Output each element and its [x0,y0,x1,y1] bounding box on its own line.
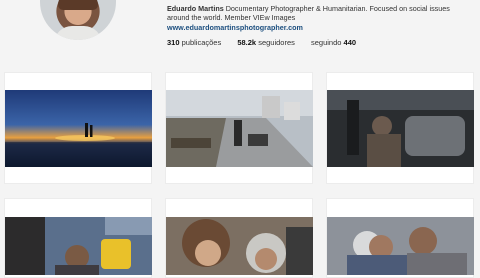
followers-count: 58.2k [237,38,257,47]
followers-label: seguidores [258,38,295,47]
followers-stat[interactable]: 58.2k seguidores [237,38,295,47]
posts-label: publicações [181,38,222,47]
following-label: seguindo [310,38,342,47]
profile-stats: 310 publicações 58.2k seguidores seguind… [167,38,370,47]
post-photo-yellow-container[interactable] [5,217,152,275]
post-photo-girl-embrace[interactable] [166,217,313,275]
following-count: 440 [343,38,357,47]
post-photo-sunset[interactable] [5,90,152,167]
posts-count: 310 [167,38,180,47]
profile-avatar[interactable] [40,0,116,40]
post-photo-women-embrace[interactable] [327,217,474,275]
profile-website-link[interactable]: www.eduardomartinsphotographer.com [167,23,467,32]
avatar-hair [58,0,98,10]
posts-stat[interactable]: 310 publicações [167,38,221,47]
post-photo-street[interactable] [166,90,313,167]
avatar-shirt [54,26,102,40]
profile-info: Eduardo Martins Documentary Photographer… [167,4,467,32]
following-stat[interactable]: seguindo 440 [311,38,356,47]
post-photo-car-window[interactable] [327,90,474,167]
profile-name: Eduardo Martins [167,4,224,13]
